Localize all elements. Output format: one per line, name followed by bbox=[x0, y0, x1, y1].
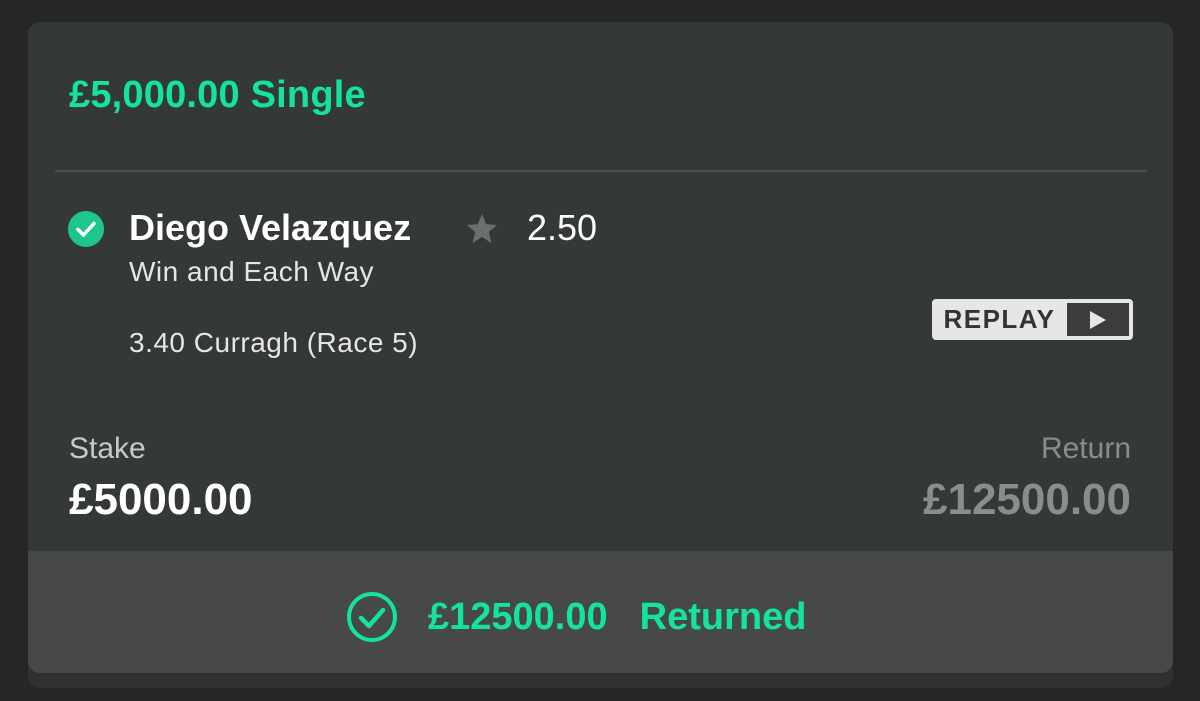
market-name: Win and Each Way bbox=[129, 256, 375, 287]
return-value: £12500.00 bbox=[923, 475, 1131, 524]
returned-amount: £12500.00 bbox=[428, 595, 608, 638]
check-circle-icon bbox=[68, 211, 104, 247]
bet-card: £5,000.00 Single Diego Velazquez 2.50 Wi… bbox=[28, 22, 1173, 673]
returned-status: £12500.00 Returned bbox=[346, 591, 806, 643]
selection-name: Diego Velazquez bbox=[129, 207, 412, 248]
return-label: Return bbox=[1040, 432, 1131, 465]
stake-label: Stake bbox=[69, 432, 146, 465]
event-name: 3.40 Curragh (Race 5) bbox=[129, 327, 419, 358]
divider bbox=[55, 170, 1147, 172]
bet-title: £5,000.00 Single bbox=[69, 74, 366, 116]
stake-value: £5000.00 bbox=[69, 475, 253, 524]
returned-footer: £12500.00 Returned bbox=[28, 551, 1173, 673]
check-circle-outline-icon bbox=[346, 591, 398, 643]
replay-label: REPLAY bbox=[943, 304, 1056, 334]
star-icon[interactable] bbox=[464, 211, 500, 247]
returned-label: Returned bbox=[639, 595, 807, 638]
odds-value: 2.50 bbox=[527, 207, 598, 248]
replay-button[interactable]: REPLAY bbox=[932, 299, 1133, 340]
play-icon bbox=[1067, 303, 1129, 336]
